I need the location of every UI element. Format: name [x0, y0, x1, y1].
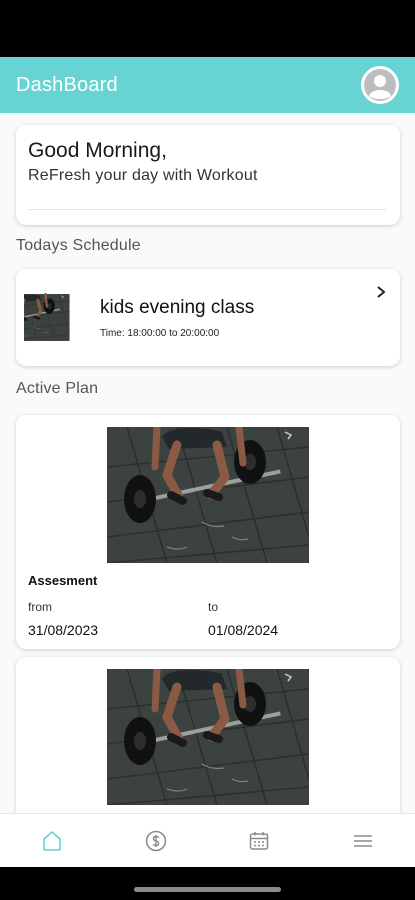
- schedule-class-name: kids evening class: [100, 297, 255, 318]
- dashboard-content[interactable]: Good Morning, ReFresh your day with Work…: [0, 113, 415, 813]
- plan-to-label: to: [208, 600, 219, 614]
- plan-from-label: from: [28, 600, 52, 614]
- schedule-thumbnail: [24, 278, 92, 357]
- schedule-class-time: Time: 18:00:00 to 20:00:00: [100, 328, 220, 339]
- home-icon: [43, 830, 61, 851]
- app-header: DashBoard: [0, 57, 415, 113]
- dollar-icon: [145, 830, 166, 851]
- plan-from-date: 31/08/2023: [28, 622, 99, 638]
- plan-card[interactable]: [16, 657, 400, 813]
- nav-menu[interactable]: [333, 819, 393, 863]
- plan-card[interactable]: Assesment from to 31/08/2023 01/08/2024: [16, 415, 400, 649]
- nav-home[interactable]: [22, 819, 82, 863]
- schedule-card[interactable]: kids evening class Time: 18:00:00 to 20:…: [16, 269, 400, 366]
- greeting-card: Good Morning, ReFresh your day with Work…: [16, 125, 400, 225]
- page-title: DashBoard: [16, 73, 118, 96]
- status-bar: [0, 0, 415, 57]
- chevron-right-icon[interactable]: [376, 285, 386, 299]
- plan-section-title: Active Plan: [16, 380, 99, 397]
- bottom-navigation: [0, 813, 415, 867]
- gesture-area: [0, 867, 415, 900]
- menu-icon: [354, 834, 373, 847]
- nav-payments[interactable]: [126, 819, 186, 863]
- avatar[interactable]: [361, 66, 399, 104]
- schedule-section-title: Todays Schedule: [16, 237, 141, 254]
- home-gesture-bar[interactable]: [134, 887, 281, 892]
- plan-title: Assesment: [28, 573, 98, 588]
- user-icon: [364, 69, 396, 101]
- divider: [28, 209, 386, 210]
- greeting-subtitle: ReFresh your day with Workout: [28, 167, 258, 184]
- nav-calendar[interactable]: [229, 819, 289, 863]
- plan-image: [107, 669, 309, 805]
- calendar-icon: [250, 831, 269, 850]
- greeting-title: Good Morning,: [28, 139, 167, 162]
- plan-to-date: 01/08/2024: [208, 622, 279, 638]
- plan-image: [107, 427, 309, 563]
